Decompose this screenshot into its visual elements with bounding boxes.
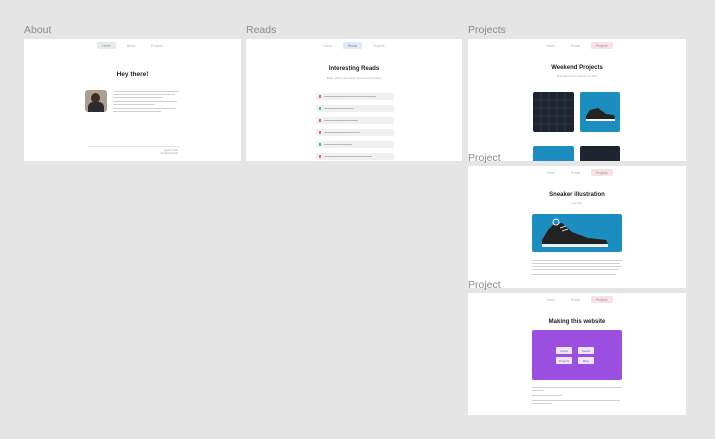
project-sneaker-frame[interactable]: Home Reads Projects Sneaker illustration… (468, 166, 686, 288)
projects-frame[interactable]: Home Reads Projects Weekend Projects Sid… (468, 39, 686, 161)
hero-blog-button[interactable]: Blog (578, 357, 594, 364)
bio-line (113, 91, 179, 93)
nav-projects[interactable]: Projects (368, 42, 390, 49)
projects-subtitle: Side projects that I worked on in 2021 (556, 75, 597, 78)
project-website-frame[interactable]: Home Reads Projects Making this website … (468, 293, 686, 415)
frame-label-reads: Reads (246, 24, 277, 36)
frame-label-project-website: Project (468, 279, 501, 291)
desc-line (532, 400, 620, 402)
footer-divider (88, 146, 180, 147)
frame-label-projects: Projects (468, 24, 506, 36)
reads-nav: Home Reads Projects (246, 42, 462, 49)
reads-frame[interactable]: Home Reads Projects Interesting Reads Bo… (246, 39, 462, 161)
read-item[interactable] (316, 153, 394, 160)
website-nav: Home Reads Projects (468, 296, 686, 303)
project-card-pattern[interactable] (533, 92, 574, 132)
about-frame[interactable]: Home About Projects Hey there! Legal © 2… (24, 39, 241, 161)
website-title: Making this website (548, 319, 606, 325)
nav-projects[interactable]: Projects (146, 42, 168, 49)
grid-pattern-icon (533, 92, 574, 132)
desc-line (532, 274, 616, 276)
nav-home[interactable]: Home (541, 296, 560, 303)
desc-line (532, 260, 622, 262)
desc-line (532, 390, 544, 392)
sneaker-title: Sneaker illustration (549, 192, 605, 198)
hero-reads-button[interactable]: Reads (578, 347, 594, 354)
footer-line-2: Designed & built (160, 152, 178, 155)
read-item[interactable] (316, 117, 394, 124)
read-item[interactable] (316, 93, 394, 100)
projects-title: Weekend Projects (551, 65, 603, 71)
sneaker-date: July 2021 (571, 202, 583, 205)
sneaker-illustration (532, 214, 622, 252)
sneaker-icon (586, 108, 615, 121)
project-card-4[interactable] (580, 146, 620, 161)
frame-label-about: About (24, 24, 52, 36)
bio-line (113, 101, 177, 103)
projects-nav: Home Reads Projects (468, 42, 686, 49)
project-card-3[interactable] (533, 146, 574, 161)
sneaker-nav: Home Reads Projects (468, 169, 686, 176)
nav-reads[interactable]: Reads (342, 42, 363, 49)
bio-line (113, 111, 161, 113)
nav-projects[interactable]: Projects (591, 169, 613, 176)
avatar (85, 90, 107, 112)
nav-home[interactable]: Home (541, 42, 560, 49)
bio-line (113, 97, 163, 99)
footer-text: Legal © 2021 Designed & built (161, 149, 178, 155)
nav-home[interactable]: Home (97, 42, 116, 49)
bio-line (113, 108, 176, 110)
desc-line (532, 269, 618, 271)
nav-projects[interactable]: Projects (591, 296, 613, 303)
website-hero: About Reads Projects Blog (532, 330, 622, 380)
desc-line (532, 263, 620, 265)
nav-reads[interactable]: Reads (566, 42, 585, 49)
nav-reads[interactable]: Reads (566, 296, 585, 303)
sneaker-icon (542, 218, 608, 247)
nav-home[interactable]: Home (541, 169, 560, 176)
reads-title: Interesting Reads (328, 66, 380, 72)
read-item[interactable] (316, 105, 394, 112)
desc-line (532, 266, 622, 268)
desc-line (532, 403, 552, 405)
nav-reads[interactable]: Reads (566, 169, 585, 176)
nav-about[interactable]: About (122, 42, 140, 49)
project-card-sneaker[interactable] (580, 92, 620, 132)
hero-about-button[interactable]: About (556, 347, 572, 354)
nav-home[interactable]: Home (318, 42, 337, 49)
desc-line (532, 387, 622, 389)
desc-line (532, 395, 562, 397)
frame-label-project-sneaker: Project (468, 152, 501, 164)
hero-projects-button[interactable]: Projects (556, 357, 572, 364)
about-title: Hey there! (116, 71, 149, 78)
reads-subtitle: Books, articles, and videos I found inte… (326, 77, 382, 80)
about-nav: Home About Projects (24, 42, 241, 49)
bio-line (113, 104, 155, 106)
bio-line (113, 94, 175, 96)
nav-projects[interactable]: Projects (591, 42, 613, 49)
read-item[interactable] (316, 141, 394, 148)
read-item[interactable] (316, 129, 394, 136)
